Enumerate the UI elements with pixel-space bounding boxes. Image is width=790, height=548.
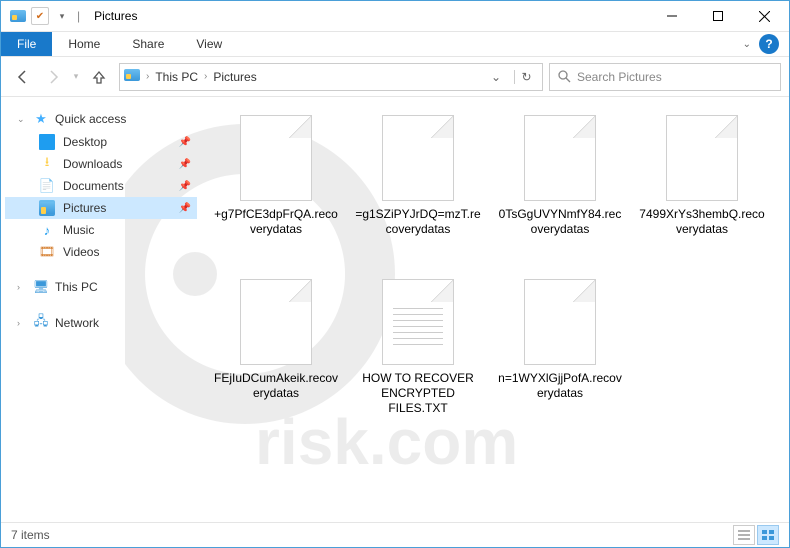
qat-dropdown-icon[interactable]: ▾ (51, 5, 73, 27)
file-name: =g1SZiPYJrDQ=mzT.recoverydatas (355, 207, 481, 237)
pc-icon: 🖥 (33, 279, 49, 295)
sidebar-label: Network (55, 316, 99, 330)
chevron-down-icon[interactable]: ⌄ (17, 114, 27, 125)
sidebar-label: This PC (55, 280, 98, 294)
window-title: Pictures (94, 9, 137, 23)
chevron-right-icon[interactable]: › (17, 318, 27, 328)
chevron-right-icon[interactable]: › (17, 282, 27, 292)
sidebar-this-pc[interactable]: › 🖥 This PC (5, 275, 197, 299)
doc-icon: 📄 (39, 178, 55, 194)
search-input[interactable]: Search Pictures (549, 63, 781, 91)
breadcrumb-pictures[interactable]: Pictures (213, 70, 256, 84)
desktop-icon (39, 134, 55, 150)
minimize-button[interactable] (649, 1, 695, 31)
tab-share[interactable]: Share (116, 32, 180, 56)
pin-icon: 📌 (179, 181, 191, 192)
file-item[interactable]: HOW TO RECOVER ENCRYPTED FILES.TXT (349, 273, 487, 433)
address-dropdown-icon[interactable]: ⌄ (484, 70, 508, 84)
pic-icon (39, 200, 55, 216)
file-item[interactable]: +g7PfCE3dpFrQA.recoverydatas (207, 109, 345, 269)
sidebar-item-label: Documents (63, 179, 124, 193)
video-icon: 🎞 (39, 244, 55, 260)
sidebar-item-music[interactable]: ♪ Music (5, 219, 197, 241)
pin-icon: 📌 (179, 203, 191, 214)
sidebar-item-downloads[interactable]: ⭳ Downloads 📌 (5, 153, 197, 175)
back-button[interactable] (9, 63, 37, 91)
view-switcher (733, 525, 779, 545)
explorer-icon (7, 5, 29, 27)
file-icon (240, 115, 312, 201)
file-icon (524, 115, 596, 201)
thumbnails-view-button[interactable] (757, 525, 779, 545)
tab-view[interactable]: View (180, 32, 238, 56)
pin-icon: 📌 (179, 159, 191, 170)
up-button[interactable] (85, 63, 113, 91)
sidebar-item-pictures[interactable]: Pictures 📌 (5, 197, 197, 219)
file-icon (666, 115, 738, 201)
folder-icon: ⭳ (39, 156, 55, 172)
sidebar-item-label: Desktop (63, 135, 107, 149)
address-bar[interactable]: › This PC › Pictures ⌄ ↻ (119, 63, 543, 91)
status-bar: 7 items (1, 522, 789, 547)
sidebar-network[interactable]: › 🖧 Network (5, 311, 197, 335)
search-placeholder: Search Pictures (577, 70, 662, 84)
file-icon (524, 279, 596, 365)
sidebar-item-label: Downloads (63, 157, 122, 171)
file-name: FEjIuDCumAkeik.recoverydatas (213, 371, 339, 401)
title-bar: ✔ ▾ | Pictures (1, 1, 789, 32)
breadcrumb-this-pc[interactable]: This PC (155, 70, 198, 84)
file-name: 0TsGgUVYNmfY84.recoverydatas (497, 207, 623, 237)
pin-icon: 📌 (179, 137, 191, 148)
music-icon: ♪ (39, 222, 55, 238)
file-item[interactable]: 7499XrYs3hembQ.recoverydatas (633, 109, 771, 269)
details-view-button[interactable] (733, 525, 755, 545)
sidebar-item-label: Music (63, 223, 94, 237)
file-name: 7499XrYs3hembQ.recoverydatas (639, 207, 765, 237)
star-icon: ★ (33, 111, 49, 127)
quick-access-toolbar: ✔ ▾ (3, 5, 73, 27)
sidebar-item-documents[interactable]: 📄 Documents 📌 (5, 175, 197, 197)
navigation-pane: ⌄ ★ Quick access Desktop 📌 ⭳ Downloads 📌 📄 Doc… (1, 97, 201, 522)
file-icon (240, 279, 312, 365)
help-icon[interactable]: ? (759, 34, 779, 54)
explorer-body: ⌄ ★ Quick access Desktop 📌 ⭳ Downloads 📌 📄 Doc… (1, 97, 789, 522)
sidebar-item-label: Videos (63, 245, 99, 259)
close-button[interactable] (741, 1, 787, 31)
nav-bar: ▾ › This PC › Pictures ⌄ ↻ Search Pictur… (1, 57, 789, 97)
sidebar-label: Quick access (55, 112, 126, 126)
file-item[interactable]: n=1WYXlGjjPofA.recoverydatas (491, 273, 629, 433)
item-count: 7 items (11, 528, 50, 542)
forward-button[interactable] (39, 63, 67, 91)
ribbon-right: ⌄ ? (743, 32, 789, 56)
tab-home[interactable]: Home (52, 32, 116, 56)
file-name: HOW TO RECOVER ENCRYPTED FILES.TXT (355, 371, 481, 416)
file-icon (382, 279, 454, 365)
location-icon (124, 68, 140, 86)
file-name: n=1WYXlGjjPofA.recoverydatas (497, 371, 623, 401)
sidebar-item-desktop[interactable]: Desktop 📌 (5, 131, 197, 153)
ribbon: File Home Share View ⌄ ? (1, 32, 789, 57)
file-grid[interactable]: +g7PfCE3dpFrQA.recoverydatas =g1SZiPYJrDQ… (201, 97, 789, 522)
file-item[interactable]: 0TsGgUVYNmfY84.recoverydatas (491, 109, 629, 269)
properties-icon[interactable]: ✔ (31, 7, 49, 25)
refresh-icon[interactable]: ↻ (514, 70, 538, 84)
maximize-button[interactable] (695, 1, 741, 31)
sidebar-item-videos[interactable]: 🎞 Videos (5, 241, 197, 263)
window-controls (649, 1, 787, 31)
titlebar-separator: | (77, 9, 80, 23)
sidebar-item-label: Pictures (63, 201, 106, 215)
sidebar-quick-access[interactable]: ⌄ ★ Quick access (5, 107, 197, 131)
file-tab[interactable]: File (1, 32, 52, 56)
chevron-right-icon[interactable]: › (204, 71, 207, 82)
network-icon: 🖧 (33, 315, 49, 331)
search-icon (558, 70, 571, 83)
recent-dropdown-icon[interactable]: ▾ (69, 63, 83, 91)
file-name: +g7PfCE3dpFrQA.recoverydatas (213, 207, 339, 237)
file-item[interactable]: =g1SZiPYJrDQ=mzT.recoverydatas (349, 109, 487, 269)
file-icon (382, 115, 454, 201)
chevron-right-icon[interactable]: › (146, 71, 149, 82)
file-item[interactable]: FEjIuDCumAkeik.recoverydatas (207, 273, 345, 433)
expand-ribbon-icon[interactable]: ⌄ (743, 39, 751, 50)
